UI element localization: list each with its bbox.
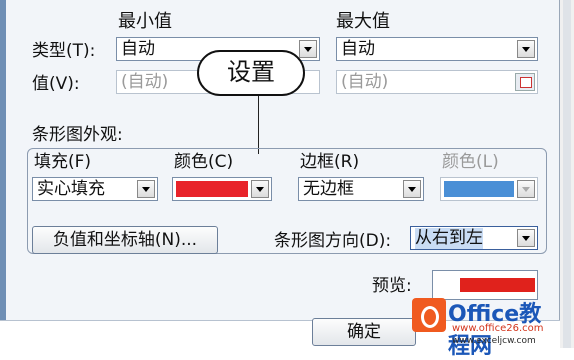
range-picker-icon[interactable] xyxy=(515,73,535,91)
max-value-placeholder: (自动) xyxy=(341,72,389,92)
chevron-down-icon[interactable] xyxy=(403,180,421,198)
watermark-url-1: www.office26.com xyxy=(452,323,544,334)
office-logo-icon xyxy=(412,298,446,332)
data-bar-format-dialog: 最小值 最大值 类型(T): 自动 自动 值(V): (自动) (自动) 设置 … xyxy=(0,0,574,359)
direction-value: 从右到左 xyxy=(415,228,483,249)
fill-value: 实心填充 xyxy=(37,179,105,199)
border-color-swatch xyxy=(444,181,514,197)
border-value: 无边框 xyxy=(303,179,354,199)
min-type-value: 自动 xyxy=(121,39,155,59)
annotation-callout: 设置 xyxy=(197,50,305,96)
window-frame-left xyxy=(0,0,6,348)
fill-label: 填充(F) xyxy=(34,152,92,172)
color-label: 颜色(C) xyxy=(174,152,234,172)
border-label: 边框(R) xyxy=(300,152,360,172)
chevron-down-icon[interactable] xyxy=(137,180,155,198)
chevron-down-icon[interactable] xyxy=(299,40,317,58)
type-label: 类型(T): xyxy=(32,41,96,61)
border-color-select[interactable] xyxy=(440,177,538,201)
chevron-down-icon[interactable] xyxy=(517,229,535,247)
ok-button[interactable]: 确定 xyxy=(312,318,416,346)
max-header: 最大值 xyxy=(336,11,390,32)
preview-bar xyxy=(460,278,535,292)
max-type-value: 自动 xyxy=(341,39,375,59)
min-header: 最小值 xyxy=(118,11,172,32)
watermark-url-2: www.exceljcw.com xyxy=(452,336,536,346)
callout-leader-line xyxy=(258,96,259,154)
max-value-input[interactable]: (自动) xyxy=(336,70,538,94)
chevron-down-icon[interactable] xyxy=(517,180,535,198)
chevron-down-icon[interactable] xyxy=(251,180,269,198)
border-select[interactable]: 无边框 xyxy=(298,177,424,201)
negative-value-axis-button[interactable]: 负值和坐标轴(N)... xyxy=(32,226,218,254)
value-label: 值(V): xyxy=(32,74,80,94)
site-watermark: Office教程网 www.office26.com www.exceljcw.… xyxy=(412,296,562,359)
min-value-placeholder: (自动) xyxy=(121,72,169,92)
preview-label: 预览: xyxy=(372,276,412,296)
fill-select[interactable]: 实心填充 xyxy=(32,177,158,201)
border-color-label: 颜色(L) xyxy=(442,152,499,172)
direction-select[interactable]: 从右到左 xyxy=(410,226,538,250)
fill-color-swatch xyxy=(176,181,248,197)
appearance-label: 条形图外观: xyxy=(32,125,123,145)
fill-color-select[interactable] xyxy=(172,177,272,201)
chevron-down-icon[interactable] xyxy=(517,40,535,58)
direction-label: 条形图方向(D): xyxy=(274,231,392,251)
max-type-select[interactable]: 自动 xyxy=(336,37,538,61)
